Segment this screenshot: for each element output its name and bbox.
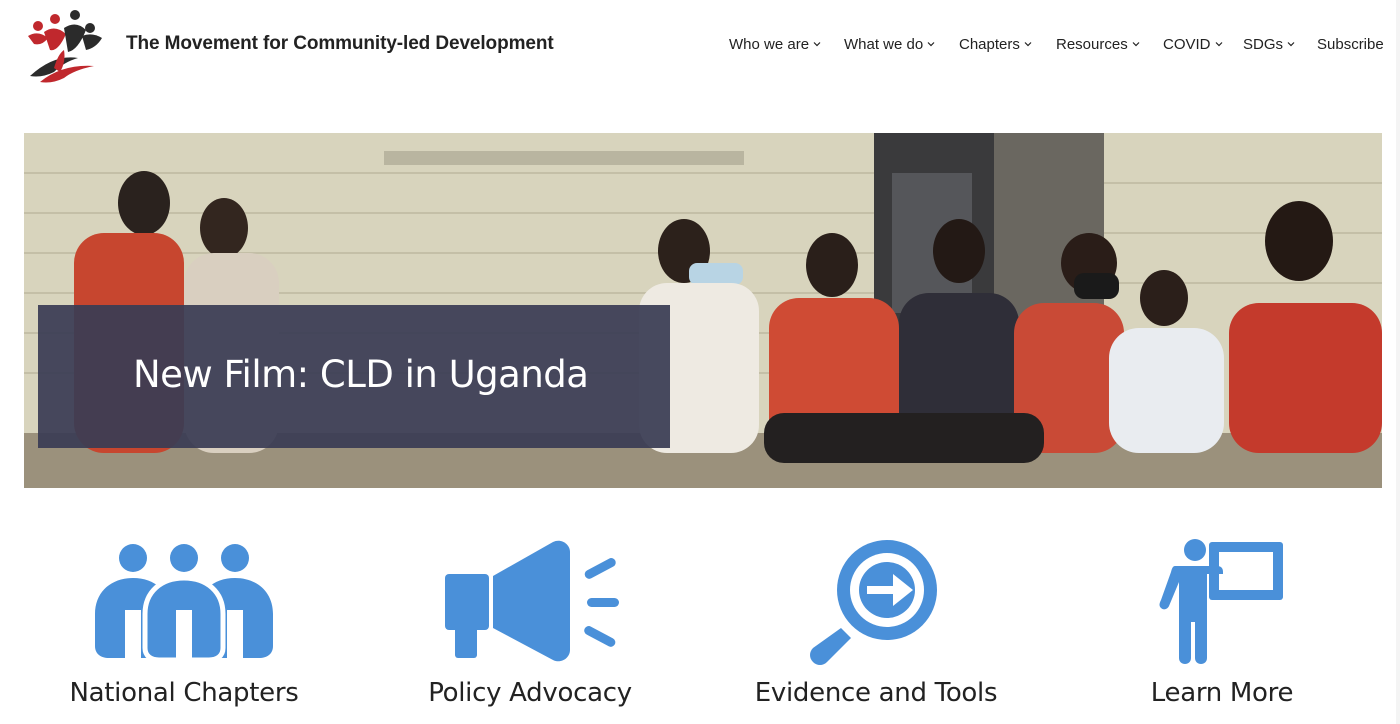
magnifier-arrow-icon xyxy=(810,540,937,665)
chevron-down-icon xyxy=(1024,42,1032,47)
nav-item-sdgs[interactable]: SDGs xyxy=(1243,36,1295,53)
main-nav: Who we are What we do Chapters Resources… xyxy=(0,36,1400,56)
nav-item-who-we-are[interactable]: Who we are xyxy=(729,36,821,53)
people-group-icon xyxy=(95,544,273,663)
feature-label: Evidence and Tools xyxy=(754,678,998,708)
nav-item-chapters[interactable]: Chapters xyxy=(959,36,1032,53)
presenter-board-icon xyxy=(1159,539,1283,664)
chevron-down-icon xyxy=(813,42,821,47)
chevron-down-icon xyxy=(1132,42,1140,47)
feature-label: Policy Advocacy xyxy=(428,678,632,708)
feature-learn-more[interactable]: Learn More xyxy=(1057,530,1387,720)
feature-evidence-and-tools[interactable]: Evidence and Tools xyxy=(711,530,1041,720)
chevron-down-icon xyxy=(1215,42,1222,47)
nav-item-label: Who we are xyxy=(729,36,810,53)
feature-label: National Chapters xyxy=(69,678,299,708)
nav-item-label: Subscribe xyxy=(1317,36,1384,53)
nav-item-resources[interactable]: Resources xyxy=(1056,36,1140,53)
site-header: The Movement for Community-led Developme… xyxy=(0,0,1400,92)
scrollbar-track[interactable] xyxy=(1396,0,1400,724)
chevron-down-icon xyxy=(927,42,935,47)
hero-caption-box[interactable]: New Film: CLD in Uganda xyxy=(38,305,670,448)
nav-item-subscribe[interactable]: Subscribe xyxy=(1317,36,1384,53)
nav-item-label: Chapters xyxy=(959,36,1020,53)
nav-item-label: COVID xyxy=(1163,36,1211,53)
hero-banner[interactable]: New Film: CLD in Uganda xyxy=(24,133,1382,488)
nav-item-covid[interactable]: COVID xyxy=(1163,36,1223,53)
nav-item-label: Resources xyxy=(1056,36,1128,53)
nav-item-what-we-do[interactable]: What we do xyxy=(844,36,935,53)
feature-national-chapters[interactable]: National Chapters xyxy=(19,530,349,720)
chevron-down-icon xyxy=(1287,42,1295,47)
feature-policy-advocacy[interactable]: Policy Advocacy xyxy=(365,530,695,720)
feature-label: Learn More xyxy=(1150,678,1294,708)
hero-caption-text: New Film: CLD in Uganda xyxy=(133,353,589,396)
megaphone-icon xyxy=(445,540,619,662)
nav-item-label: What we do xyxy=(844,36,924,53)
nav-item-label: SDGs xyxy=(1243,36,1284,53)
